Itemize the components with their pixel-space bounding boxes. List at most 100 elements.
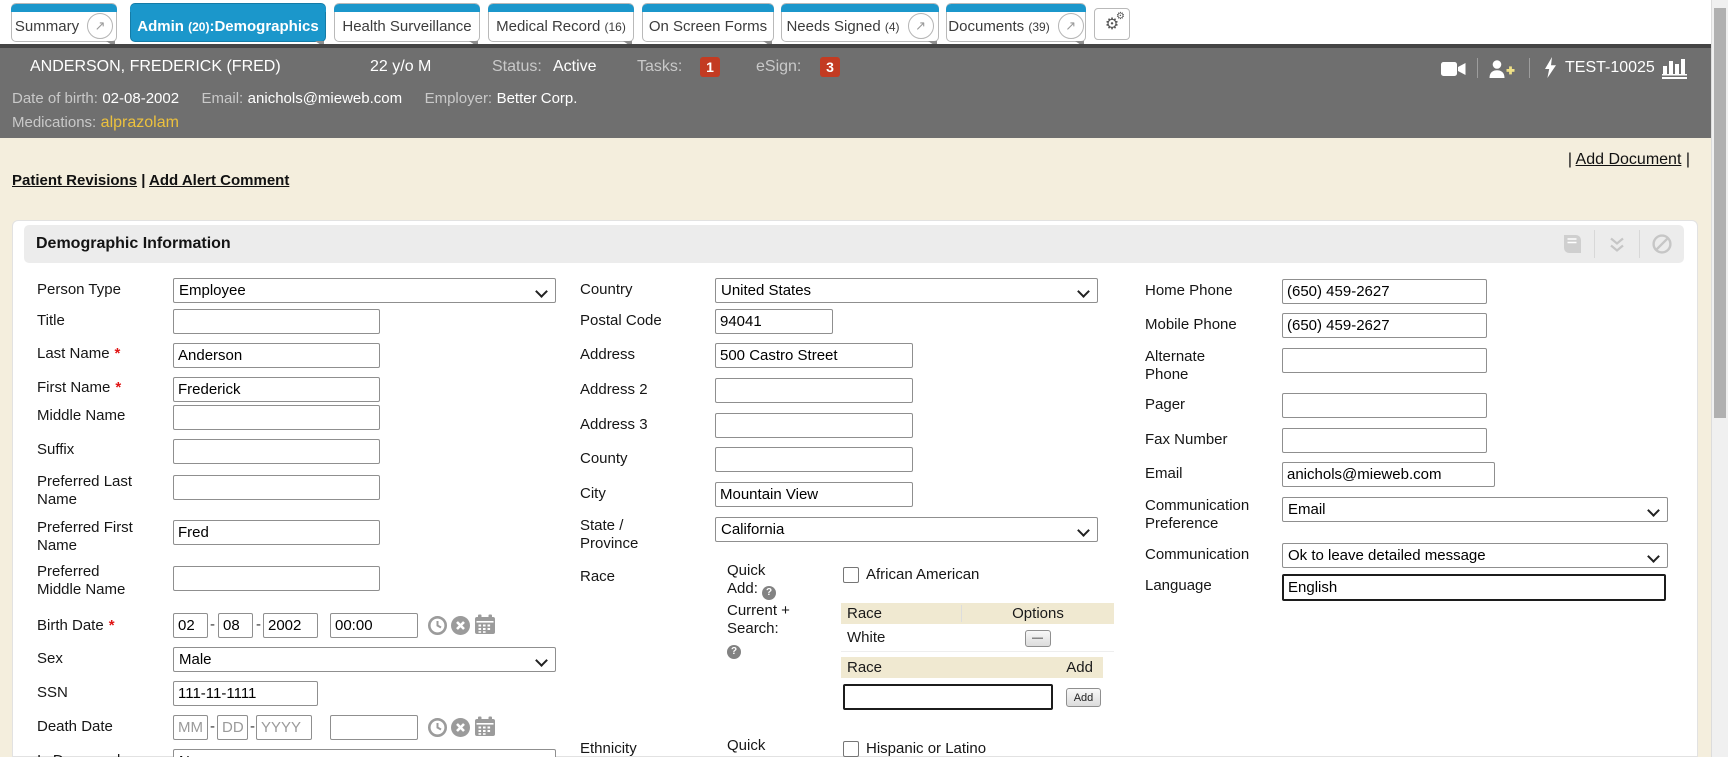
death-time-input[interactable]	[330, 715, 418, 740]
collapse-panel-button[interactable]	[1595, 225, 1639, 263]
language-input[interactable]	[1282, 574, 1666, 601]
preferred-first-name-input[interactable]	[173, 520, 380, 545]
birth-month-input[interactable]	[173, 613, 208, 638]
birth-clear-icon[interactable]	[450, 615, 471, 636]
last-name-label: Last Name*	[37, 345, 177, 363]
dob-label: Date of birth:	[12, 90, 98, 107]
panel-title: Demographic Information	[36, 235, 231, 253]
birth-clock-icon[interactable]	[427, 615, 448, 636]
ssn-label: SSN	[37, 684, 155, 702]
birth-calendar-icon[interactable]	[474, 614, 496, 635]
african-american-checkbox[interactable]	[843, 567, 859, 583]
hispanic-latino-label: Hispanic or Latino	[866, 740, 986, 757]
tab-medical-record[interactable]: Medical Record (16)	[488, 3, 634, 42]
scrollbar-thumb[interactable]	[1714, 8, 1726, 418]
state-select[interactable]: California	[715, 517, 1098, 542]
ssn-input[interactable]	[173, 681, 318, 706]
hispanic-latino-checkbox[interactable]	[843, 741, 859, 757]
city-input[interactable]	[715, 482, 913, 507]
language-label: Language	[1145, 577, 1263, 595]
suffix-input[interactable]	[173, 439, 380, 464]
add-alert-comment-link[interactable]: Add Alert Comment	[149, 172, 289, 189]
email-input[interactable]	[1282, 462, 1495, 487]
summary-popout-icon[interactable]: ↗	[87, 13, 113, 39]
preferred-last-name-input[interactable]	[173, 475, 380, 500]
vertical-scrollbar[interactable]	[1711, 0, 1728, 757]
documents-popout-icon[interactable]: ↗	[1058, 13, 1084, 39]
tab-admin-demographics[interactable]: Admin (20):Demographics	[130, 3, 326, 42]
header-separator	[1529, 58, 1530, 78]
lightning-bolt-icon[interactable]	[1544, 57, 1557, 78]
birth-time-input[interactable]	[330, 613, 418, 638]
death-day-input[interactable]	[217, 715, 248, 740]
is-deceased-select[interactable]: No	[173, 749, 556, 757]
gear-small-icon: ⚙	[1116, 11, 1125, 22]
birth-day-input[interactable]	[218, 613, 253, 638]
communication-label: Communication	[1145, 546, 1263, 564]
death-month-input[interactable]	[173, 715, 208, 740]
needs-signed-popout-icon[interactable]: ↗	[908, 13, 934, 39]
is-deceased-label: Is Deceased	[37, 752, 155, 757]
address3-input[interactable]	[715, 413, 913, 438]
address-label: Address	[580, 346, 698, 364]
race-search-help: ?	[727, 639, 817, 659]
country-select[interactable]: United States	[715, 278, 1098, 303]
address2-label: Address 2	[580, 381, 698, 399]
race-add-input[interactable]	[843, 684, 1053, 710]
communication-select[interactable]: Ok to leave detailed message	[1282, 543, 1668, 568]
tab-settings-button[interactable]: ⚙ ⚙	[1094, 8, 1130, 40]
preferred-middle-name-input[interactable]	[173, 566, 380, 591]
patient-name: ANDERSON, FREDERICK (FRED)	[30, 58, 281, 76]
remove-race-button[interactable]: —	[1025, 630, 1051, 647]
death-calendar-icon[interactable]	[474, 716, 496, 737]
address2-input[interactable]	[715, 378, 913, 403]
tab-on-screen-forms[interactable]: On Screen Forms	[642, 3, 774, 42]
address-input[interactable]	[715, 343, 913, 368]
video-camera-icon[interactable]	[1441, 60, 1467, 78]
disable-panel-button[interactable]	[1640, 225, 1684, 263]
person-type-select[interactable]: Employee	[173, 278, 556, 303]
first-name-label: First Name*	[37, 379, 177, 397]
patient-revisions-link[interactable]: Patient Revisions	[12, 172, 137, 189]
tab-summary[interactable]: Summary ↗	[11, 3, 117, 42]
add-document-link[interactable]: Add Document	[1576, 151, 1682, 168]
medications-value[interactable]: alprazolam	[101, 114, 179, 131]
race-label: Race	[580, 568, 698, 586]
alternate-phone-input[interactable]	[1282, 348, 1487, 373]
tasks-count-badge[interactable]: 1	[700, 57, 720, 77]
last-name-input[interactable]	[173, 343, 380, 368]
pager-input[interactable]	[1282, 393, 1487, 418]
postal-code-input[interactable]	[715, 309, 833, 334]
tab-documents[interactable]: Documents (39) ↗	[946, 3, 1086, 42]
death-year-input[interactable]	[256, 715, 312, 740]
race-quick-add-help-icon[interactable]: ?	[762, 586, 776, 600]
home-phone-input[interactable]	[1282, 279, 1487, 304]
add-document-row: | Add Document |	[1568, 151, 1690, 169]
fax-number-input[interactable]	[1282, 428, 1487, 453]
patient-id[interactable]: TEST-10025	[1565, 59, 1655, 77]
county-input[interactable]	[715, 447, 913, 472]
race-add-button[interactable]: Add	[1066, 688, 1101, 707]
comm-preference-select[interactable]: Email	[1282, 497, 1668, 522]
esign-count-badge[interactable]: 3	[820, 57, 840, 77]
add-person-icon[interactable]	[1488, 59, 1515, 79]
chart-notes-button[interactable]	[1550, 225, 1594, 263]
email-label: Email:	[202, 90, 244, 107]
sex-select[interactable]: Male	[173, 647, 556, 672]
death-clear-icon[interactable]	[450, 717, 471, 738]
chart-stats-icon[interactable]	[1662, 57, 1689, 79]
comm-preference-label: Communication Preference	[1145, 497, 1257, 533]
patient-details-row: Date of birth: 02-08-2002 Email: anichol…	[12, 90, 577, 108]
title-label: Title	[37, 312, 155, 330]
first-name-input[interactable]	[173, 377, 380, 402]
death-clock-icon[interactable]	[427, 717, 448, 738]
birth-year-input[interactable]	[263, 613, 318, 638]
tab-health-surveillance[interactable]: Health Surveillance	[334, 3, 480, 42]
race-search-help-icon[interactable]: ?	[727, 645, 741, 659]
race-quick-add-text: Quick	[727, 562, 817, 579]
tab-needs-signed[interactable]: Needs Signed (4) ↗	[781, 3, 939, 42]
middle-name-input[interactable]	[173, 405, 380, 430]
mobile-phone-input[interactable]	[1282, 313, 1487, 338]
tasks-label: Tasks:	[637, 58, 682, 76]
title-input[interactable]	[173, 309, 380, 334]
